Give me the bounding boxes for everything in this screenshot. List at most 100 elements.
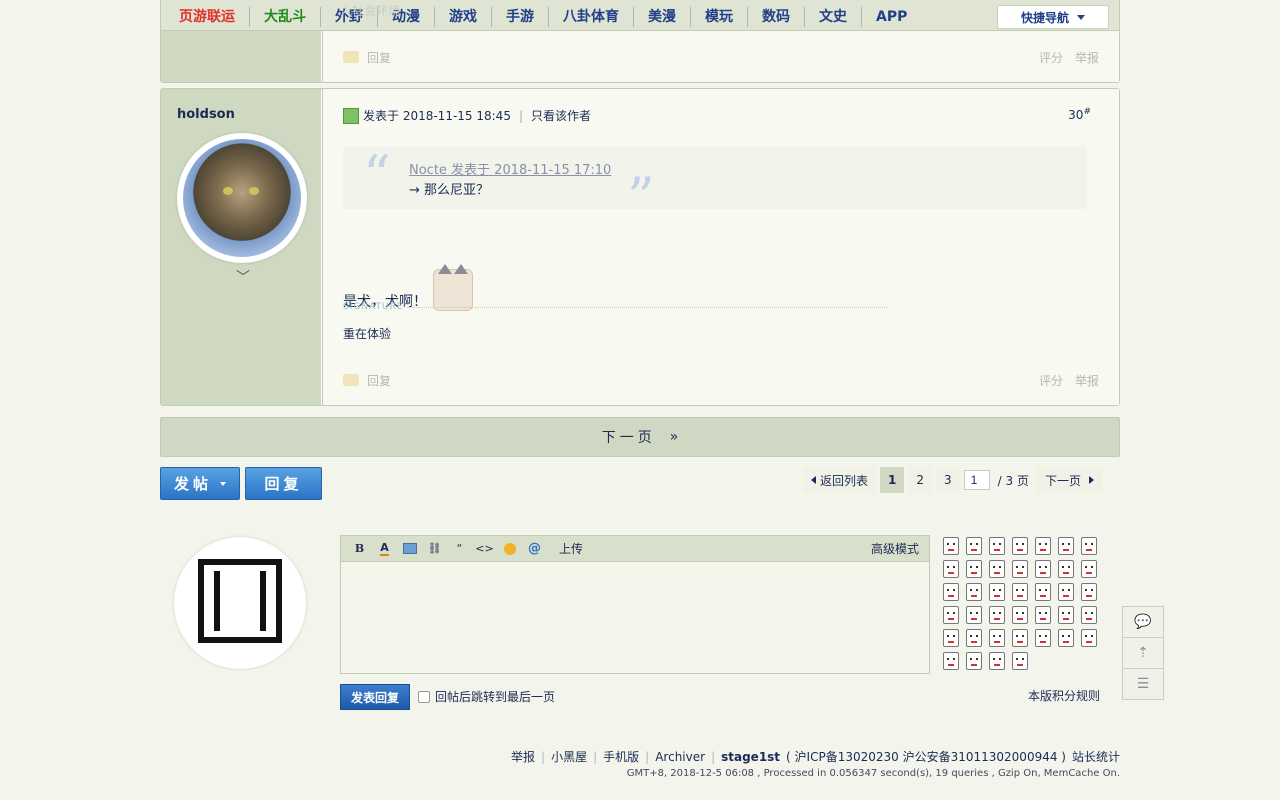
smiley-icon[interactable] — [966, 583, 982, 601]
smiley-icon[interactable] — [943, 652, 959, 670]
footer-blackhouse-link[interactable]: 小黑屋 — [551, 748, 587, 765]
reply-textarea[interactable] — [341, 563, 929, 673]
smiley-icon[interactable] — [943, 560, 959, 578]
smiley-icon[interactable] — [1081, 537, 1097, 555]
smiley-icon[interactable] — [943, 537, 959, 555]
credit-rules-link[interactable]: 本版积分规则 — [1028, 687, 1100, 704]
smiley-icon[interactable] — [1012, 560, 1028, 578]
nav-item-brawl[interactable]: 大乱斗 — [250, 6, 321, 27]
smiley-icon[interactable] — [989, 560, 1005, 578]
smiley-icon[interactable] — [1058, 583, 1074, 601]
rate-link[interactable]: 评分 — [1039, 49, 1063, 66]
quick-reply-icon[interactable]: 💬 — [1123, 607, 1163, 638]
smiley-icon[interactable] — [1081, 583, 1097, 601]
nav-item-models[interactable]: 模玩 — [691, 6, 748, 27]
smiley-icon[interactable] — [1081, 560, 1097, 578]
back-to-top-icon[interactable]: ⇡ — [1123, 638, 1163, 669]
report-link[interactable]: 举报 — [1075, 372, 1099, 389]
quick-nav-dropdown[interactable]: 快捷导航 — [997, 5, 1109, 29]
mention-button[interactable]: @ — [522, 539, 547, 559]
submit-reply-button[interactable]: 发表回复 — [340, 684, 410, 710]
smiley-button[interactable] — [497, 539, 522, 559]
nav-item-webgames[interactable]: 页游联运 — [165, 6, 250, 27]
smiley-icon[interactable] — [943, 583, 959, 601]
upload-button[interactable]: 上传 — [559, 540, 583, 557]
smiley-icon[interactable] — [943, 629, 959, 647]
smiley-icon[interactable] — [1012, 583, 1028, 601]
nav-item-history[interactable]: 文史 — [805, 6, 862, 27]
smiley-icon[interactable] — [1058, 560, 1074, 578]
reply-link[interactable]: 回复 — [367, 372, 391, 389]
smiley-icon[interactable] — [1035, 629, 1051, 647]
jump-to-last-page-option[interactable]: 回帖后跳转到最后一页 — [418, 688, 555, 705]
smiley-icon[interactable] — [966, 606, 982, 624]
reply-button[interactable]: 回复 — [245, 467, 322, 500]
smiley-icon[interactable] — [989, 537, 1005, 555]
footer-mobile-link[interactable]: 手机版 — [603, 748, 639, 765]
quote-source-link[interactable]: Nocte 发表于 2018-11-15 17:10 — [409, 159, 611, 178]
smiley-icon[interactable] — [1035, 606, 1051, 624]
smiley-icon[interactable] — [1012, 606, 1028, 624]
new-post-button[interactable]: 发帖 — [160, 467, 240, 500]
post-sidebar: holdson ﹀ — [161, 89, 321, 405]
quote-button[interactable]: “ — [447, 539, 472, 559]
smiley-icon[interactable] — [1035, 537, 1051, 555]
smiley-icon[interactable] — [1058, 606, 1074, 624]
rate-link[interactable]: 评分 — [1039, 372, 1063, 389]
footer-stats-link[interactable]: 站长统计 — [1072, 748, 1120, 765]
insert-image-button[interactable] — [397, 539, 422, 559]
nav-item-gossip-sports[interactable]: 八卦体育 — [549, 6, 634, 27]
font-color-button[interactable]: A — [372, 539, 397, 559]
smiley-icon[interactable] — [1058, 629, 1074, 647]
expand-profile-icon[interactable]: ﹀ — [236, 267, 250, 287]
smiley-icon[interactable] — [1012, 652, 1028, 670]
sticker-image — [433, 264, 473, 311]
previous-post: 回复 评分 举报 — [160, 30, 1120, 83]
footer-site-link[interactable]: stage1st — [721, 750, 780, 764]
smiley-icon[interactable] — [1081, 629, 1097, 647]
page-jump-input[interactable] — [963, 470, 990, 490]
smiley-icon[interactable] — [966, 652, 982, 670]
jump-checkbox[interactable] — [418, 690, 430, 703]
nav-item-digital[interactable]: 数码 — [748, 6, 805, 27]
report-link[interactable]: 举报 — [1075, 49, 1099, 66]
footer-icp[interactable]: ( 沪ICP备13020230 沪公安备31011302000944 ) — [786, 748, 1066, 765]
nav-item-comics[interactable]: 美漫 — [634, 6, 691, 27]
only-author-link[interactable]: 只看该作者 — [531, 107, 591, 124]
nav-item-games[interactable]: 游戏 — [435, 6, 492, 27]
smiley-icon[interactable] — [966, 560, 982, 578]
code-button[interactable]: <> — [472, 539, 497, 559]
nav-item-mobile-games[interactable]: 手游 — [492, 6, 549, 27]
advanced-mode-link[interactable]: 高级模式 — [871, 540, 919, 557]
reply-icon — [343, 51, 359, 63]
smiley-icon[interactable] — [1035, 583, 1051, 601]
smiley-icon[interactable] — [1035, 560, 1051, 578]
bold-button[interactable]: B — [347, 539, 372, 559]
reply-link[interactable]: 回复 — [367, 49, 391, 66]
insert-link-button[interactable]: ⛓ — [422, 539, 447, 559]
smiley-icon[interactable] — [989, 583, 1005, 601]
smiley-icon[interactable] — [966, 537, 982, 555]
smiley-icon[interactable] — [989, 606, 1005, 624]
nav-item-app[interactable]: APP — [862, 7, 921, 27]
smiley-icon[interactable] — [989, 629, 1005, 647]
footer-report-link[interactable]: 举报 — [511, 748, 535, 765]
page-1[interactable]: 1 — [880, 467, 905, 493]
footer-archiver-link[interactable]: Archiver — [655, 750, 705, 764]
avatar[interactable] — [177, 133, 307, 263]
smiley-icon[interactable] — [966, 629, 982, 647]
list-icon[interactable]: ☰ — [1123, 669, 1163, 699]
smiley-icon[interactable] — [1058, 537, 1074, 555]
smiley-icon[interactable] — [943, 606, 959, 624]
page-2[interactable]: 2 — [908, 467, 933, 493]
smiley-icon[interactable] — [1012, 537, 1028, 555]
smiley-icon[interactable] — [1081, 606, 1097, 624]
smiley-icon[interactable] — [1012, 629, 1028, 647]
back-to-list-link[interactable]: 返回列表 — [803, 467, 877, 493]
next-page-bar[interactable]: 下一页 » — [160, 417, 1120, 457]
author-name[interactable]: holdson — [177, 107, 235, 122]
page-3[interactable]: 3 — [936, 467, 960, 493]
smiley-icon[interactable] — [989, 652, 1005, 670]
floor-number[interactable]: 30# — [1068, 107, 1091, 122]
next-page-link[interactable]: 下一页 — [1036, 467, 1102, 493]
